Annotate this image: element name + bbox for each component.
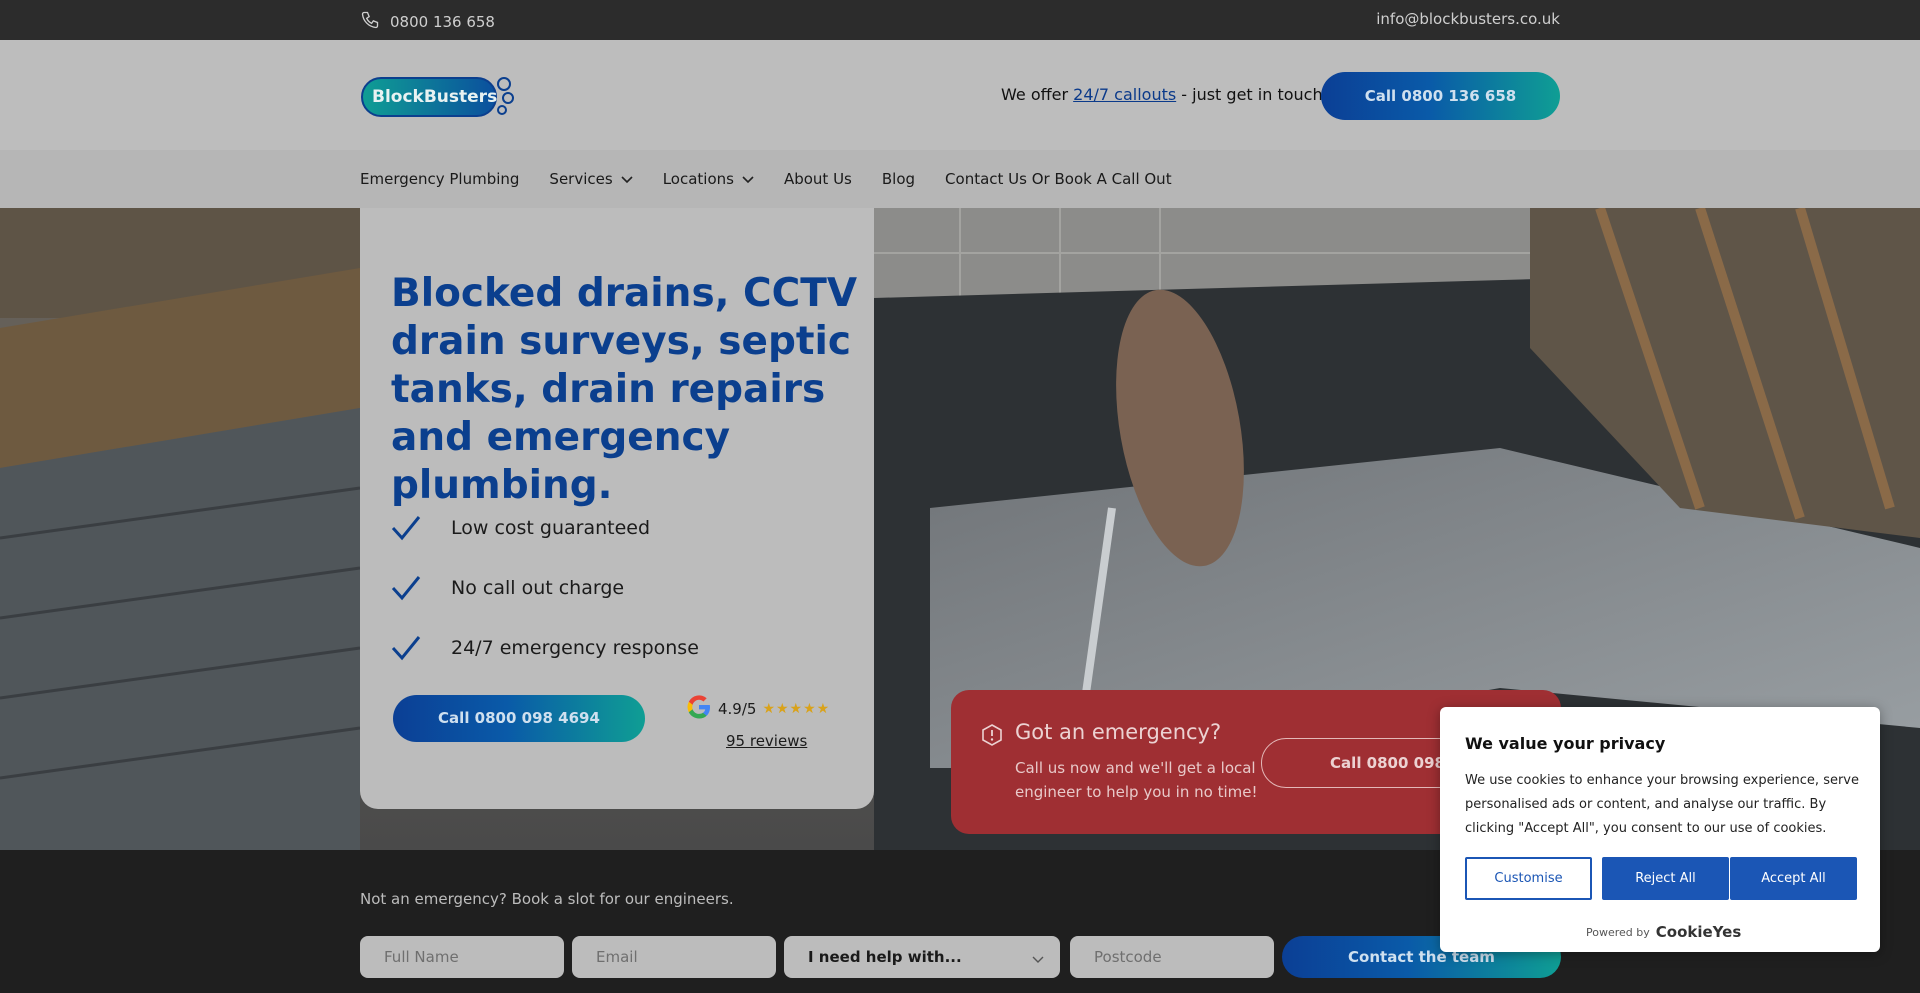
cookie-title: We value your privacy [1465, 734, 1666, 753]
checkmark-icon [391, 515, 421, 541]
site-header: BlockBusters We offer 24/7 callouts - ju… [0, 40, 1920, 150]
topbar-phone[interactable]: 0800 136 658 [360, 10, 495, 34]
callout-offer: We offer 24/7 callouts - just get in tou… [1001, 85, 1329, 104]
nav-label: Emergency Plumbing [360, 170, 520, 188]
feature-label: 24/7 emergency response [451, 637, 699, 659]
offer-suffix: - just get in touch! [1176, 85, 1329, 104]
help-select[interactable]: I need help with... [784, 936, 1060, 978]
rating-value: 4.9/5 [718, 700, 757, 718]
email-field[interactable] [572, 936, 776, 978]
checkmark-icon [391, 575, 421, 601]
postcode-field[interactable] [1070, 936, 1274, 978]
blockbusters-logo[interactable]: BlockBusters [360, 72, 516, 120]
chevron-down-icon [1032, 950, 1044, 968]
cookie-text: We use cookies to enhance your browsing … [1465, 773, 1859, 836]
accept-all-button[interactable]: Accept All [1730, 857, 1857, 900]
powered-by-label: Powered by [1586, 925, 1650, 939]
list-item: Low cost guaranteed [391, 498, 699, 558]
feature-label: Low cost guaranteed [451, 517, 651, 539]
cookie-consent-dialog: We value your privacy We use cookies to … [1440, 707, 1880, 952]
top-bar: 0800 136 658 info@blockbusters.co.uk [0, 0, 1920, 40]
powered-by: Powered by CookieYes [1586, 923, 1741, 941]
booking-lead: Not an emergency? Book a slot for our en… [360, 890, 734, 908]
chevron-down-icon [621, 170, 633, 188]
main-nav: Emergency Plumbing Services Locations Ab… [0, 150, 1920, 208]
google-rating: 4.9/5 ★★★★★ 95 reviews [686, 694, 846, 750]
hero-title: Blocked drains, CCTV drain surveys, sept… [391, 271, 858, 508]
emergency-title: Got an emergency? [1015, 720, 1222, 744]
topbar-email[interactable]: info@blockbusters.co.uk [1376, 10, 1560, 28]
logo-text: BlockBusters [372, 87, 498, 107]
nav-item-services[interactable]: Services [549, 170, 633, 188]
nav-label: Services [549, 170, 613, 188]
offer-prefix: We offer [1001, 85, 1074, 104]
list-item: No call out charge [391, 558, 699, 618]
feature-label: No call out charge [451, 577, 625, 599]
callouts-link[interactable]: 24/7 callouts [1073, 85, 1176, 104]
cookieyes-logo[interactable]: CookieYes [1656, 923, 1742, 941]
nav-label: Contact Us Or Book A Call Out [945, 170, 1172, 188]
nav-item-about-us[interactable]: About Us [784, 170, 852, 188]
nav-label: Blog [881, 170, 916, 188]
star-rating: ★★★★★ [762, 701, 831, 717]
feature-list: Low cost guaranteed No call out charge 2… [391, 498, 699, 678]
header-call-button[interactable]: Call 0800 136 658 [1321, 72, 1560, 120]
emergency-text: Call us now and we'll get a local engine… [1015, 759, 1258, 801]
nav-item-emergency-plumbing[interactable]: Emergency Plumbing [360, 170, 519, 188]
alert-icon [981, 724, 1003, 750]
checkmark-icon [391, 635, 421, 661]
reject-all-button[interactable]: Reject All [1602, 857, 1729, 900]
customise-button[interactable]: Customise [1465, 857, 1592, 900]
topbar-phone-number[interactable]: 0800 136 658 [390, 13, 495, 31]
chevron-down-icon [742, 170, 754, 188]
google-icon [686, 694, 712, 724]
hero-call-button[interactable]: Call 0800 098 4694 [393, 695, 645, 742]
phone-icon [360, 10, 380, 34]
nav-item-blog[interactable]: Blog [882, 170, 915, 188]
list-item: 24/7 emergency response [391, 618, 699, 678]
reviews-link[interactable]: 95 reviews [726, 732, 846, 750]
nav-label: About Us [783, 170, 852, 188]
hero-card: Blocked drains, CCTV drain surveys, sept… [360, 208, 874, 809]
help-select-value: I need help with... [808, 948, 962, 966]
nav-label: Locations [662, 170, 734, 188]
nav-item-locations[interactable]: Locations [663, 170, 754, 188]
nav-item-contact[interactable]: Contact Us Or Book A Call Out [945, 170, 1172, 188]
full-name-field[interactable] [360, 936, 564, 978]
